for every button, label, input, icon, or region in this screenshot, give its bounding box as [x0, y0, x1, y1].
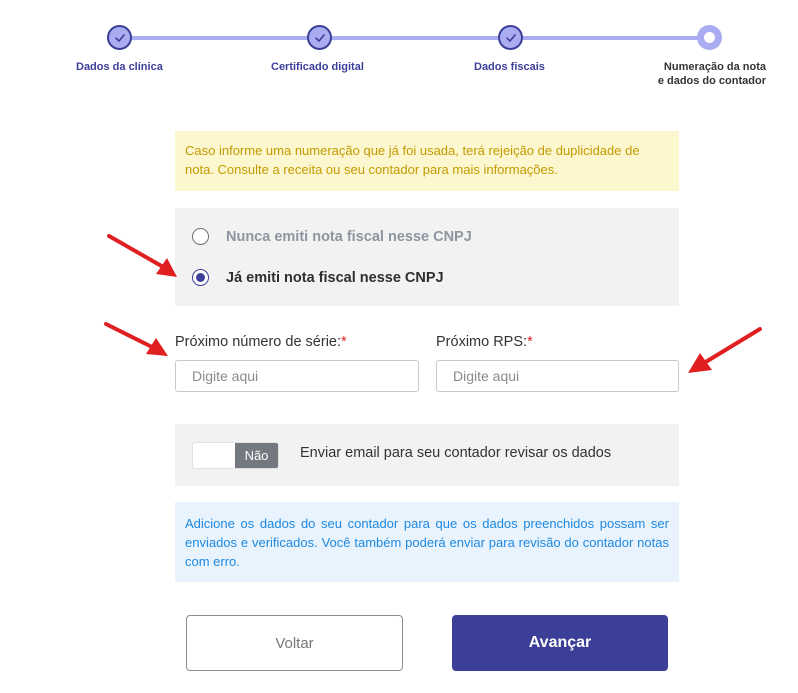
next-button[interactable]: Avançar [452, 615, 668, 671]
annotation-arrow-icon [107, 234, 177, 277]
serie-input[interactable] [175, 360, 419, 392]
back-button[interactable]: Voltar [186, 615, 403, 671]
serie-label-text: Próximo número de série: [175, 334, 342, 350]
annotation-arrow-icon [104, 322, 168, 356]
rps-input[interactable] [436, 360, 679, 392]
rps-label-text: Próximo RPS: [436, 334, 528, 350]
step-3-check-icon [498, 25, 523, 50]
step-3-label: Dados fiscais [474, 61, 545, 73]
step-1-check-icon [107, 25, 132, 50]
option-already-emitted[interactable]: Já emiti nota fiscal nesse CNPJ [192, 269, 444, 286]
annotation-arrow-icon [688, 327, 762, 373]
accountant-email-text: Enviar email para seu contador revisar o… [300, 445, 612, 461]
step-4-current-icon [697, 25, 722, 50]
step-4-label: Numeração da nota e dados do contador [658, 60, 766, 88]
step-2-label: Certificado digital [271, 61, 364, 73]
radio-never-emitted[interactable] [192, 228, 209, 245]
option-never-emitted[interactable]: Nunca emiti nota fiscal nesse CNPJ [192, 228, 472, 245]
toggle-state-label: Não [235, 443, 278, 468]
duplicate-warning: Caso informe uma numeração que já foi us… [175, 131, 679, 191]
option-never-emitted-label: Nunca emiti nota fiscal nesse CNPJ [226, 228, 472, 245]
emission-options-panel: Nunca emiti nota fiscal nesse CNPJ Já em… [175, 208, 679, 306]
step-4-label-line2: e dados do contador [657, 75, 766, 87]
stepper-track [120, 36, 710, 40]
rps-required-mark: * [527, 334, 533, 350]
rps-field-label: Próximo RPS:* [436, 334, 533, 350]
option-already-emitted-label: Já emiti nota fiscal nesse CNPJ [226, 269, 444, 286]
accountant-info: Adicione os dados do seu contador para q… [175, 502, 679, 582]
accountant-email-panel: Não Enviar email para seu contador revis… [175, 424, 679, 486]
serie-field-label: Próximo número de série:* [175, 334, 347, 350]
radio-already-emitted[interactable] [192, 269, 209, 286]
step-1-label: Dados da clínica [76, 61, 163, 73]
step-4-label-line1: Numeração da nota [663, 61, 766, 73]
accountant-email-toggle[interactable]: Não [192, 442, 279, 469]
step-2-check-icon [307, 25, 332, 50]
serie-required-mark: * [341, 334, 347, 350]
